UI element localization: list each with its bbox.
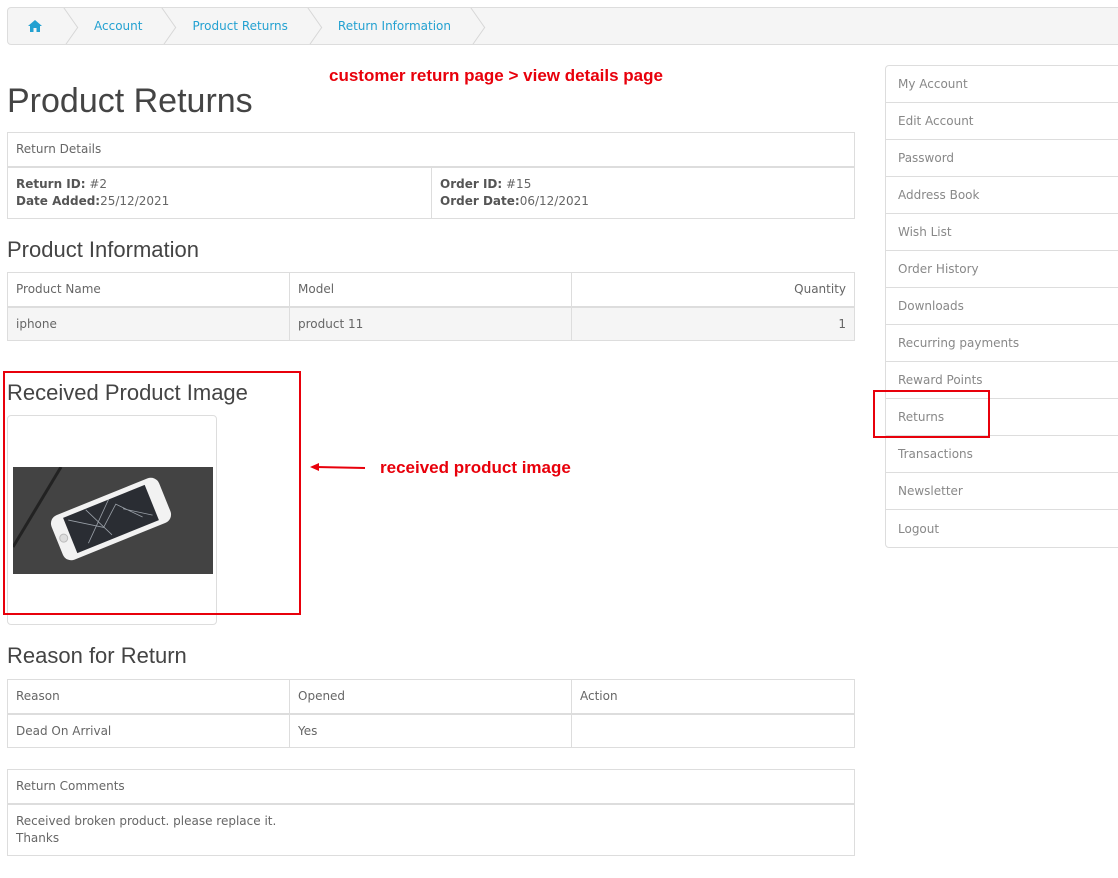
image-highlight-box — [3, 371, 301, 615]
col-opened: Opened — [289, 679, 572, 715]
order-id-value: #15 — [506, 176, 532, 191]
col-action: Action — [571, 679, 855, 715]
reason-title: Reason for Return — [7, 643, 187, 668]
breadcrumb-product-returns-label[interactable]: Product Returns — [192, 19, 287, 33]
arrow-left-icon — [310, 463, 366, 471]
comment-line-1: Received broken product. please replace … — [16, 813, 277, 828]
breadcrumb-return-information-label[interactable]: Return Information — [338, 19, 451, 33]
col-reason: Reason — [7, 679, 290, 715]
page-title: Product Returns — [7, 82, 253, 120]
date-added-value: 25/12/2021 — [100, 193, 170, 208]
order-id-label: Order ID: — [440, 176, 503, 191]
return-info-cell: Return ID: #2 Date Added:25/12/2021 — [7, 166, 432, 219]
opened-cell: Yes — [289, 713, 572, 748]
sidebar-item-my-account[interactable]: My Account — [886, 66, 1118, 103]
returns-highlight-box — [873, 390, 990, 438]
col-product-name: Product Name — [7, 272, 290, 308]
annotation-image-caption: received product image — [380, 458, 571, 477]
col-quantity: Quantity — [571, 272, 855, 308]
reason-table: Reason Opened Action Dead On Arrival Yes — [7, 679, 855, 748]
return-comments-table: Return Comments Received broken product.… — [7, 769, 855, 856]
date-added-label: Date Added: — [16, 193, 101, 208]
sidebar-item-wish-list[interactable]: Wish List — [886, 214, 1118, 251]
comment-line-2: Thanks — [16, 830, 60, 845]
return-comments-header: Return Comments — [7, 769, 855, 805]
product-information-title: Product Information — [7, 237, 199, 262]
quantity-cell: 1 — [571, 306, 855, 341]
col-model: Model — [289, 272, 572, 308]
breadcrumb-home[interactable] — [8, 8, 64, 44]
sidebar-item-address-book[interactable]: Address Book — [886, 177, 1118, 214]
product-information-table: Product Name Model Quantity iphone produ… — [7, 272, 855, 341]
return-id-label: Return ID: — [16, 176, 86, 191]
sidebar-item-password[interactable]: Password — [886, 140, 1118, 177]
order-info-cell: Order ID: #15 Order Date:06/12/2021 — [431, 166, 855, 219]
breadcrumb-account-label[interactable]: Account — [94, 19, 142, 33]
sidebar-item-edit-account[interactable]: Edit Account — [886, 103, 1118, 140]
sidebar-item-order-history[interactable]: Order History — [886, 251, 1118, 288]
sidebar-item-transactions[interactable]: Transactions — [886, 436, 1118, 473]
sidebar-item-newsletter[interactable]: Newsletter — [886, 473, 1118, 510]
action-cell — [571, 713, 855, 748]
sidebar-item-downloads[interactable]: Downloads — [886, 288, 1118, 325]
return-id-value: #2 — [89, 176, 108, 191]
annotation-page-caption: customer return page > view details page — [329, 66, 663, 85]
table-row: Dead On Arrival Yes — [7, 713, 855, 748]
sidebar-item-logout[interactable]: Logout — [886, 510, 1118, 547]
breadcrumb-return-information[interactable]: Return Information — [308, 8, 471, 44]
order-date-value: 06/12/2021 — [519, 193, 589, 208]
breadcrumb-account[interactable]: Account — [64, 8, 162, 44]
return-comments-body: Received broken product. please replace … — [7, 803, 855, 856]
account-sidebar: My Account Edit Account Password Address… — [885, 65, 1118, 548]
product-name-cell: iphone — [7, 306, 290, 341]
breadcrumb-product-returns[interactable]: Product Returns — [162, 8, 307, 44]
order-date-label: Order Date: — [440, 193, 520, 208]
sidebar-item-recurring-payments[interactable]: Recurring payments — [886, 325, 1118, 362]
breadcrumb: Account Product Returns Return Informati… — [7, 7, 1118, 45]
table-row: iphone product 11 1 — [7, 306, 855, 341]
return-details-header: Return Details — [7, 132, 855, 168]
return-details-table: Return Details Return ID: #2 Date Added:… — [7, 132, 855, 219]
reason-cell: Dead On Arrival — [7, 713, 290, 748]
model-cell: product 11 — [289, 306, 572, 341]
home-icon — [28, 20, 42, 32]
